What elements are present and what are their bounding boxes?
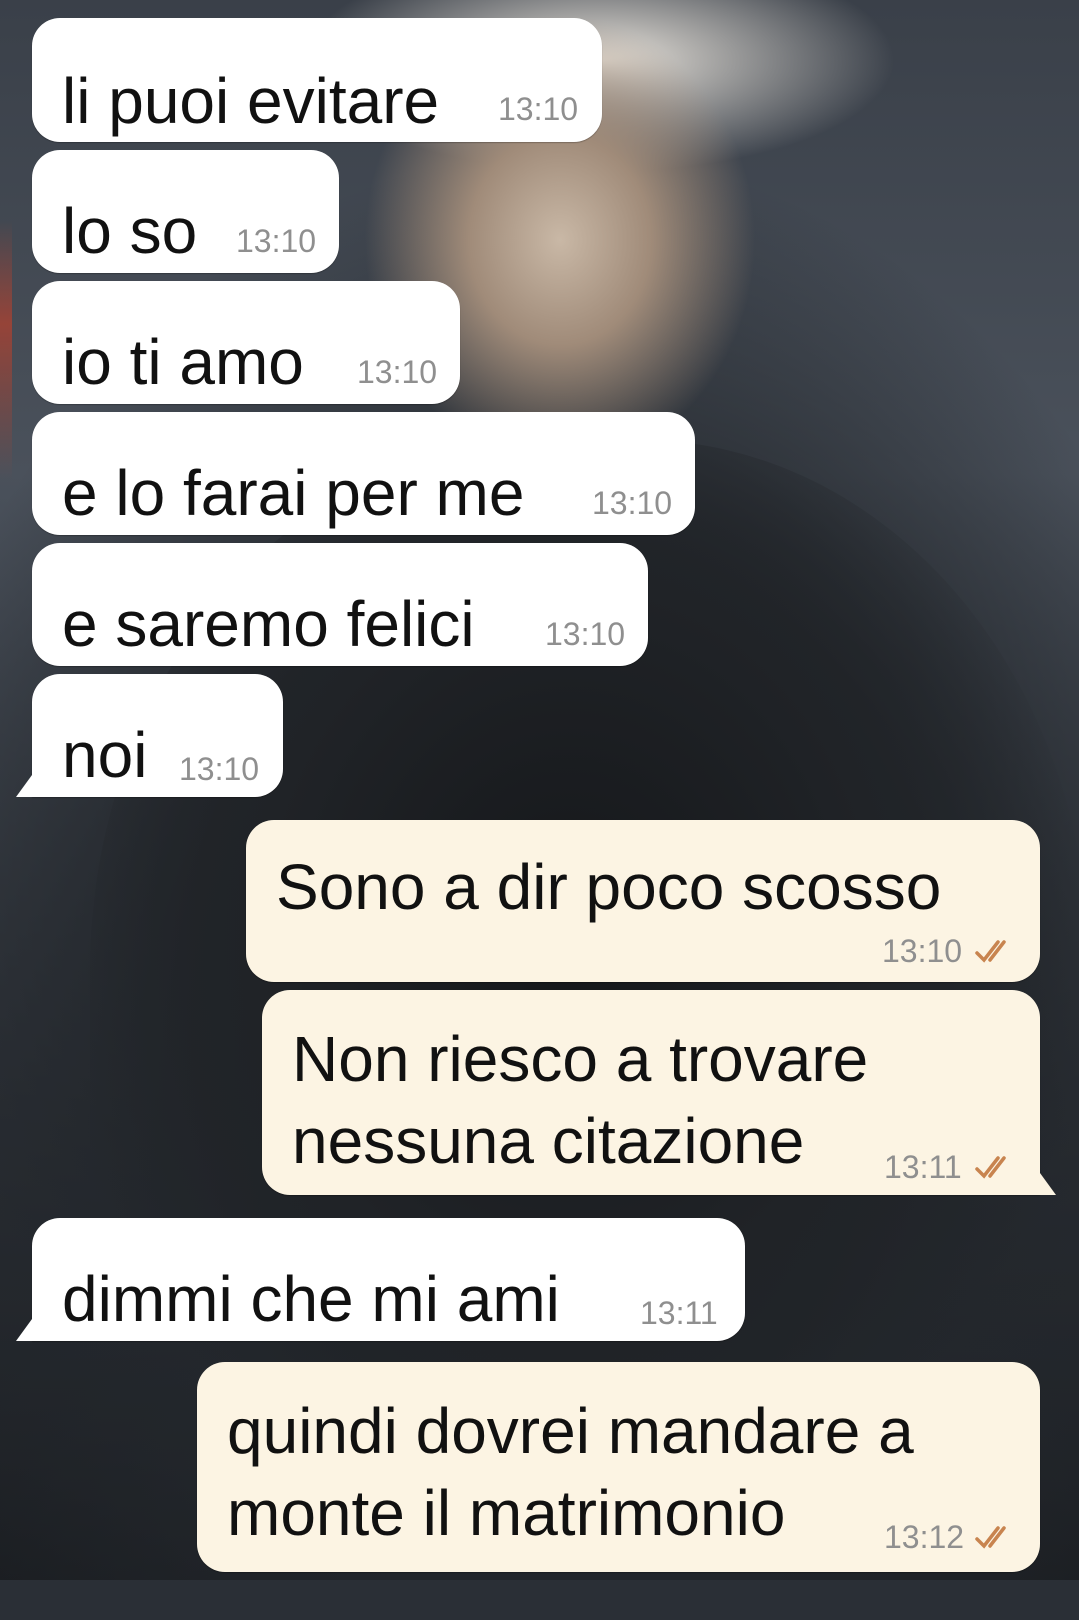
message-bubble-incoming[interactable]: e lo farai per me 13:10 (32, 412, 695, 535)
double-check-read-icon (975, 1156, 1006, 1179)
message-timestamp: 13:10 (498, 91, 579, 127)
message-text-line: quindi dovrei mandare a (227, 1395, 914, 1467)
message-text: li puoi evitare (62, 65, 440, 137)
message-bubble-outgoing[interactable]: Sono a dir poco scosso 13:10 (246, 820, 1040, 982)
message-text-line: monte il matrimonio (227, 1477, 786, 1549)
double-check-read-icon (975, 1526, 1006, 1549)
message-bubble-incoming[interactable]: li puoi evitare 13:10 (32, 18, 602, 142)
message-bubble-incoming[interactable]: lo so 13:10 (32, 150, 339, 273)
double-check-read-icon (975, 940, 1006, 963)
message-timestamp: 13:10 (545, 616, 626, 652)
message-timestamp: 13:10 (236, 223, 317, 259)
message-timestamp: 13:10 (179, 751, 260, 787)
message-bubble-incoming[interactable]: dimmi che mi ami 13:11 (16, 1218, 745, 1341)
message-text: e saremo felici (62, 588, 475, 660)
wallpaper-neon-light (0, 220, 12, 480)
message-text: lo so (62, 195, 198, 267)
message-text: dimmi che mi ami (62, 1263, 560, 1335)
message-bubble-incoming[interactable]: e saremo felici 13:10 (32, 543, 648, 666)
message-text: noi (62, 719, 148, 791)
message-timestamp: 13:11 (884, 1149, 962, 1185)
message-bubble-outgoing[interactable]: Non riesco a trovare nessuna citazione 1… (262, 990, 1056, 1195)
message-bubble-incoming[interactable]: noi 13:10 (16, 674, 283, 797)
message-text-line: nessuna citazione (292, 1105, 805, 1177)
message-text: io ti amo (62, 326, 304, 398)
message-bubble-outgoing[interactable]: quindi dovrei mandare a monte il matrimo… (197, 1362, 1040, 1572)
message-text-line: Non riesco a trovare (292, 1023, 869, 1095)
message-timestamp: 13:12 (884, 1519, 965, 1555)
message-timestamp: 13:10 (882, 933, 963, 969)
message-timestamp: 13:10 (592, 485, 673, 521)
message-bubble-incoming[interactable]: io ti amo 13:10 (32, 281, 460, 404)
message-timestamp: 13:11 (640, 1295, 718, 1331)
message-text: Sono a dir poco scosso (276, 851, 942, 923)
message-text: e lo farai per me (62, 457, 525, 529)
message-timestamp: 13:10 (357, 354, 438, 390)
